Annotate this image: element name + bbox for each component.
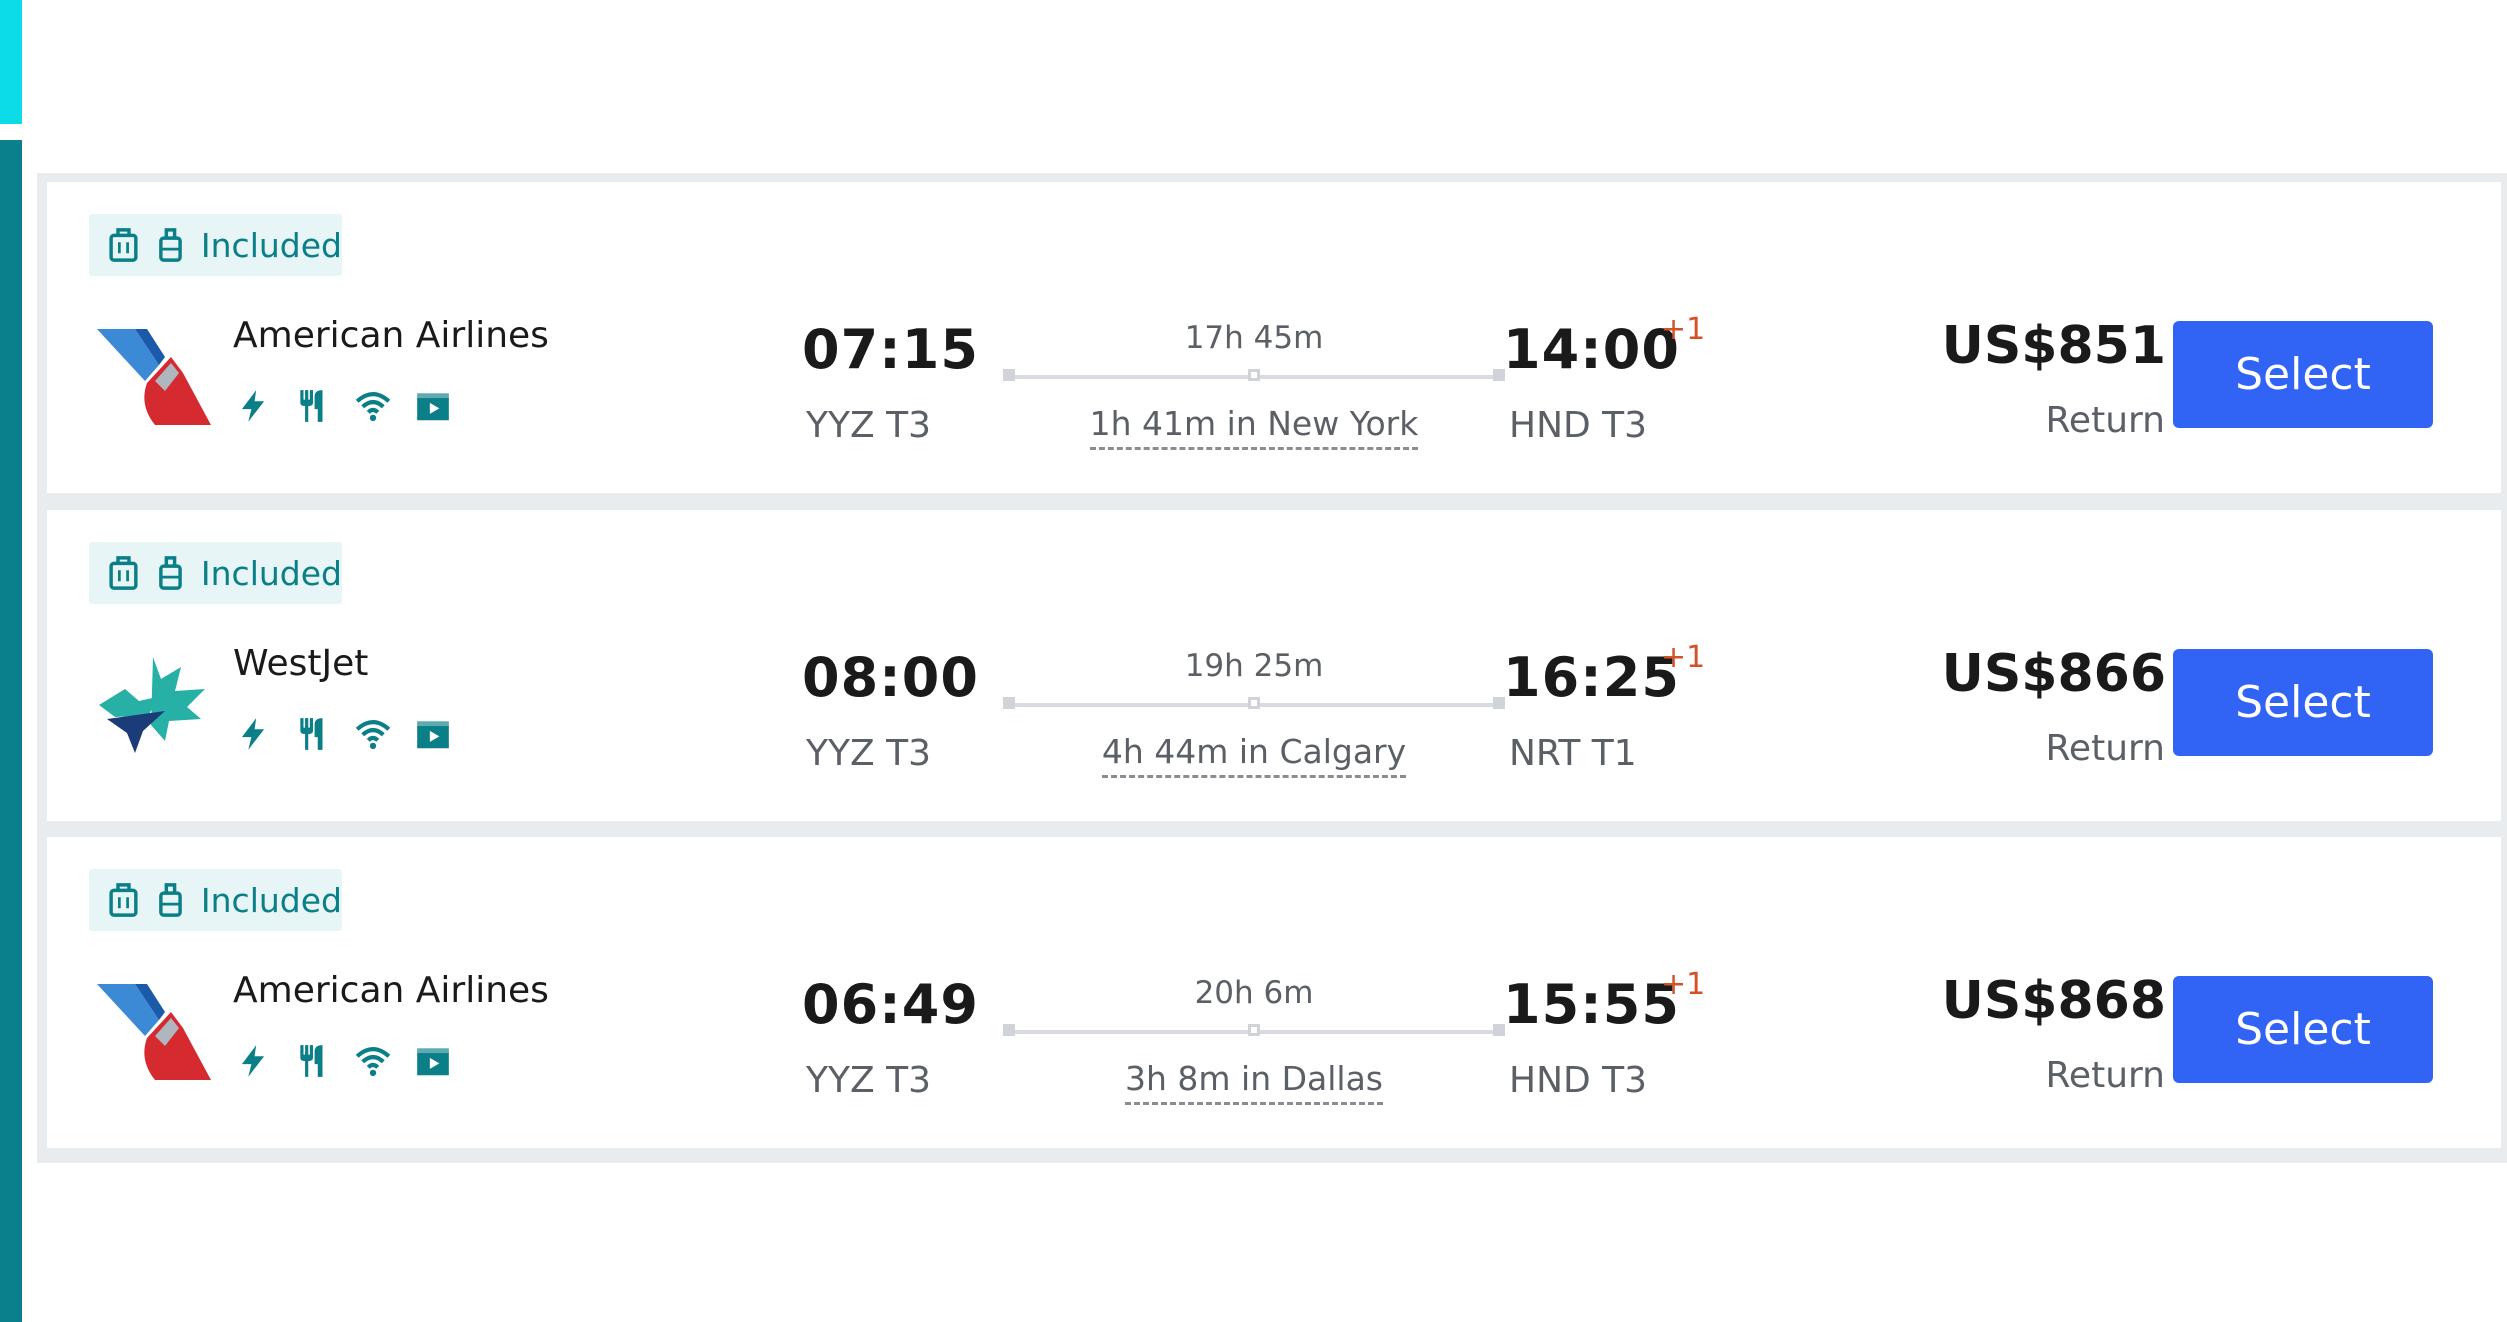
american-airlines-logo [95,321,211,431]
select-button[interactable]: Select [2173,649,2433,756]
power-icon [234,387,272,425]
layover-text[interactable]: 3h 8m in Dallas [1125,1059,1383,1105]
arrival-time: 14:00 [1503,318,1680,381]
baggage-tag: Included [89,869,342,931]
baggage-tag: Included [89,542,342,604]
departure-airport: YYZ T3 [806,733,931,774]
arrival-airport: HND T3 [1509,1060,1648,1101]
layover-text[interactable]: 1h 41m in New York [1089,404,1419,450]
layover-dot [1248,369,1260,381]
american-airlines-logo [95,976,211,1086]
amenities [234,715,452,753]
carry-on-bag-icon [154,553,187,593]
day-offset: +1 [1661,312,1706,347]
flight-card[interactable]: Included American Airlines 06:49 YYZ T3 … [47,837,2501,1148]
departure-time: 06:49 [802,973,979,1036]
power-icon [234,715,272,753]
price: US$851 [1941,316,2166,376]
arrival-time: 15:55 [1503,973,1680,1036]
wifi-icon [354,387,392,425]
flight-duration: 17h 45m [1184,320,1324,356]
personal-item-icon [107,553,140,593]
flight-card[interactable]: Included American Airlines 07:15 YYZ T3 … [47,182,2501,493]
power-icon [234,1042,272,1080]
arrival-airport: HND T3 [1509,405,1648,446]
layover-info[interactable]: 4h 44m in Calgary [1005,732,1503,778]
layover-text[interactable]: 4h 44m in Calgary [1101,732,1407,778]
entertainment-icon [414,1042,452,1080]
baggage-label: Included [200,553,342,593]
meal-icon [294,1042,332,1080]
price-type: Return [2045,400,2165,441]
accent-bar-side [0,140,22,1322]
accent-bar-top [0,0,22,124]
baggage-label: Included [200,225,342,265]
airline-name: WestJet [233,643,369,684]
carry-on-bag-icon [154,225,187,265]
price-type: Return [2045,1055,2165,1096]
baggage-label: Included [200,880,342,920]
price: US$868 [1941,971,2166,1031]
airline-name: American Airlines [233,315,549,356]
westjet-logo [95,649,211,759]
departure-time: 07:15 [802,318,979,381]
airline-name: American Airlines [233,970,549,1011]
wifi-icon [354,1042,392,1080]
route-line [1003,697,1505,709]
entertainment-icon [414,715,452,753]
day-offset: +1 [1661,967,1706,1002]
layover-dot [1248,697,1260,709]
route-start-dot [1003,1024,1015,1036]
route-line [1003,369,1505,381]
personal-item-icon [107,880,140,920]
meal-icon [294,715,332,753]
flight-duration: 20h 6m [1194,975,1314,1011]
select-button[interactable]: Select [2173,321,2433,428]
wifi-icon [354,715,392,753]
price: US$866 [1941,644,2166,704]
layover-info[interactable]: 1h 41m in New York [1005,404,1503,450]
meal-icon [294,387,332,425]
amenities [234,1042,452,1080]
entertainment-icon [414,387,452,425]
arrival-time: 16:25 [1503,646,1680,709]
route-start-dot [1003,369,1015,381]
flight-results-list: Included American Airlines 07:15 YYZ T3 … [37,173,2507,1163]
day-offset: +1 [1661,640,1706,675]
route-start-dot [1003,697,1015,709]
layover-info[interactable]: 3h 8m in Dallas [1005,1059,1503,1105]
arrival-airport: NRT T1 [1509,733,1637,774]
flight-duration: 19h 25m [1184,648,1324,684]
baggage-tag: Included [89,214,342,276]
amenities [234,387,452,425]
personal-item-icon [107,225,140,265]
select-button[interactable]: Select [2173,976,2433,1083]
price-type: Return [2045,728,2165,769]
page: Included American Airlines 07:15 YYZ T3 … [0,0,2507,1322]
departure-airport: YYZ T3 [806,1060,931,1101]
carry-on-bag-icon [154,880,187,920]
departure-airport: YYZ T3 [806,405,931,446]
route-line [1003,1024,1505,1036]
flight-card[interactable]: Included WestJet 08:00 YYZ T3 19h 25m 4h… [47,510,2501,821]
departure-time: 08:00 [802,646,979,709]
layover-dot [1248,1024,1260,1036]
